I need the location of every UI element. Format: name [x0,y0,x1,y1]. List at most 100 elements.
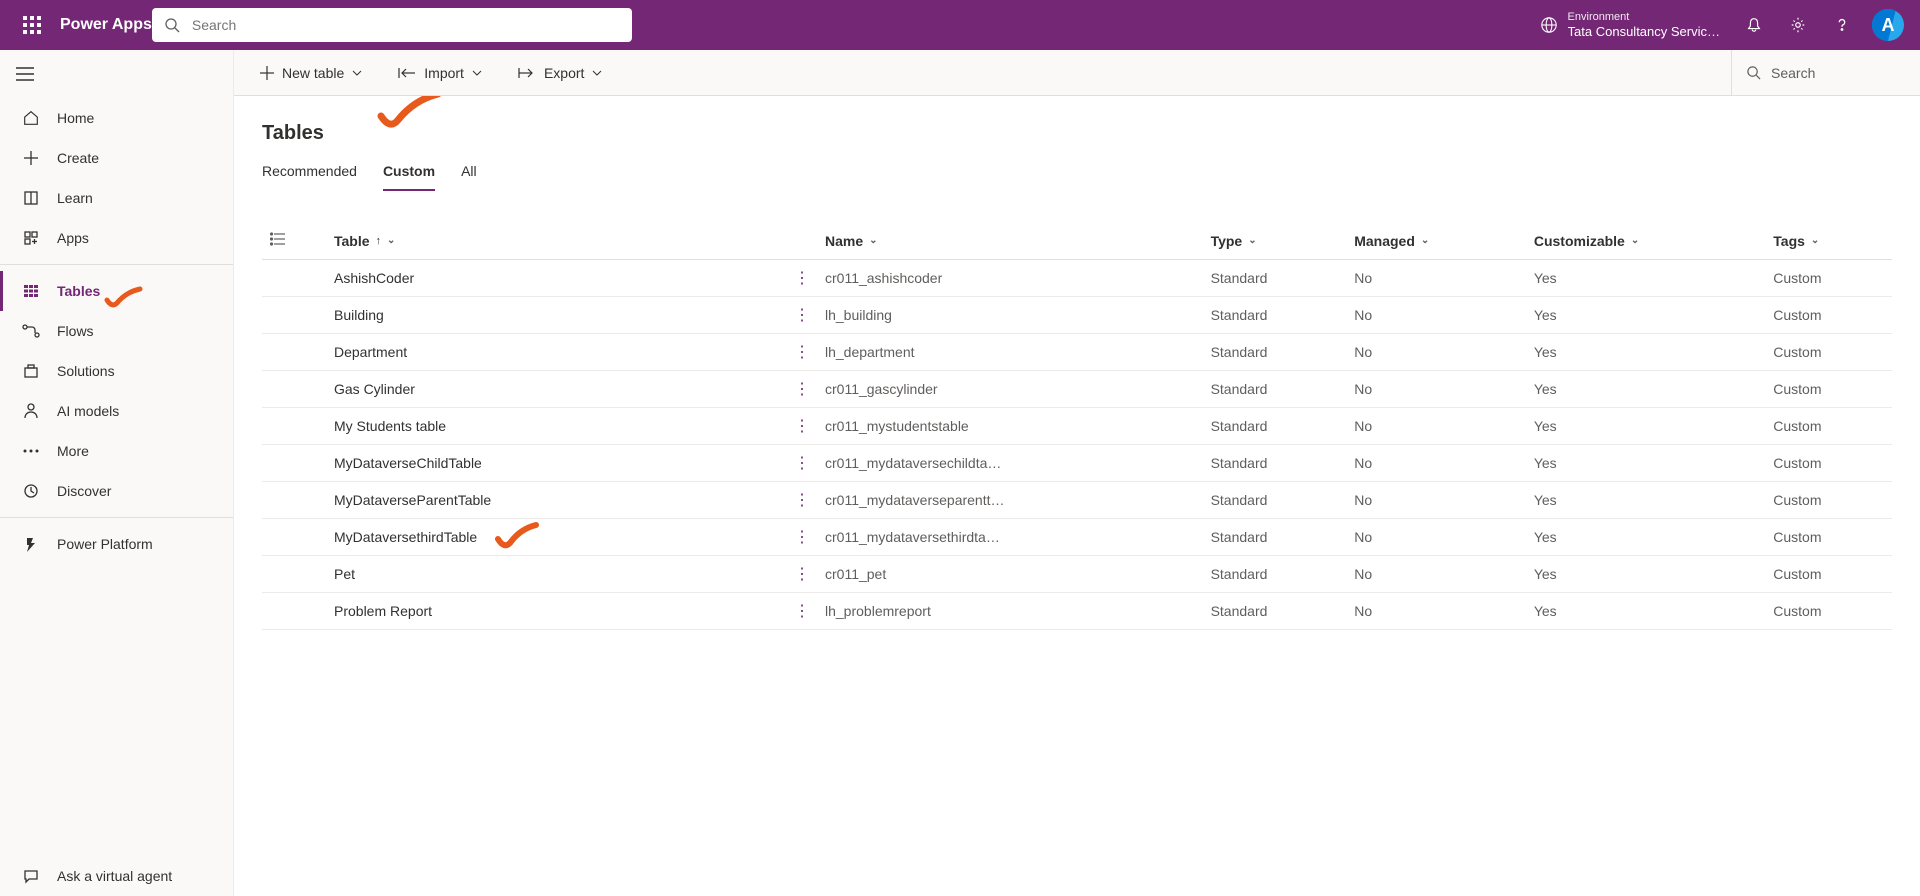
table-row[interactable]: Building⋮lh_buildingStandardNoYesCustom [262,297,1892,334]
row-actions[interactable]: ⋮ [794,418,809,435]
cell-customizable: Yes [1526,297,1765,334]
cell-managed: No [1346,482,1526,519]
tables-grid: Table↑⌄ Name⌄ Type⌄ Managed⌄ Customizabl… [262,222,1892,630]
cell-tags: Custom [1765,445,1892,482]
cmd-label: Import [424,65,464,81]
row-actions[interactable]: ⋮ [794,492,809,509]
left-nav: Home Create Learn Apps Tables Flows Solu… [0,50,234,896]
nav-label: Flows [57,323,94,339]
tab-all[interactable]: All [461,163,477,191]
cmd-new-table[interactable]: New table [252,59,370,87]
cell-managed: No [1346,297,1526,334]
cell-name: lh_problemreport [817,593,1203,630]
hamburger-icon [16,67,34,81]
row-actions[interactable]: ⋮ [794,344,809,361]
nav-learn[interactable]: Learn [0,178,233,218]
cell-managed: No [1346,445,1526,482]
row-actions[interactable]: ⋮ [794,381,809,398]
column-header-name[interactable]: Name⌄ [817,222,1203,260]
cell-table[interactable]: MyDataverseParentTable [326,482,786,519]
cmd-import[interactable]: Import [390,59,490,87]
chevron-down-icon: ⌄ [1421,235,1429,246]
table-row[interactable]: AshishCoder⋮cr011_ashishcoderStandardNoY… [262,260,1892,297]
nav-tables[interactable]: Tables [0,271,233,311]
global-search[interactable] [152,8,632,42]
cell-customizable: Yes [1526,556,1765,593]
nav-solutions[interactable]: Solutions [0,351,233,391]
nav-discover[interactable]: Discover [0,471,233,511]
avatar[interactable]: A [1872,9,1904,41]
cell-name: cr011_mydataversethirdta… [817,519,1203,556]
table-row[interactable]: Pet⋮cr011_petStandardNoYesCustom [262,556,1892,593]
cell-customizable: Yes [1526,593,1765,630]
nav-divider [0,264,233,265]
row-actions[interactable]: ⋮ [794,603,809,620]
cell-customizable: Yes [1526,408,1765,445]
cell-customizable: Yes [1526,482,1765,519]
column-header-type[interactable]: Type⌄ [1203,222,1347,260]
cell-tags: Custom [1765,260,1892,297]
app-launcher[interactable] [8,1,56,49]
tab-custom[interactable]: Custom [383,163,435,191]
search-icon [1746,65,1761,80]
page-search[interactable]: Search [1732,50,1902,95]
cell-table[interactable]: Problem Report [326,593,786,630]
table-row[interactable]: Gas Cylinder⋮cr011_gascylinderStandardNo… [262,371,1892,408]
nav-ai-models[interactable]: AI models [0,391,233,431]
table-row[interactable]: MyDataverseParentTable⋮cr011_mydataverse… [262,482,1892,519]
nav-create[interactable]: Create [0,138,233,178]
column-header-tags[interactable]: Tags⌄ [1765,222,1892,260]
nav-label: Create [57,150,99,166]
nav-ask-agent[interactable]: Ask a virtual agent [0,856,233,896]
cmd-export[interactable]: Export [510,59,610,87]
cell-table[interactable]: Pet [326,556,786,593]
table-row[interactable]: Department⋮lh_departmentStandardNoYesCus… [262,334,1892,371]
row-actions[interactable]: ⋮ [794,566,809,583]
nav-label: Tables [57,283,100,299]
bell-icon [1745,16,1763,34]
tab-recommended[interactable]: Recommended [262,163,357,191]
cell-table[interactable]: Gas Cylinder [326,371,786,408]
column-header-table[interactable]: Table↑⌄ [326,222,786,260]
chevron-down-icon: ⌄ [1811,235,1819,246]
cell-table[interactable]: AshishCoder [326,260,786,297]
cell-managed: No [1346,334,1526,371]
help-button[interactable] [1820,1,1864,49]
chat-icon [21,868,41,884]
table-row[interactable]: Problem Report⋮lh_problemreportStandardN… [262,593,1892,630]
cell-table[interactable]: MyDataverseChildTable [326,445,786,482]
row-actions[interactable]: ⋮ [794,529,809,546]
cell-table[interactable]: Department [326,334,786,371]
brand-name[interactable]: Power Apps [60,16,152,34]
notifications-button[interactable] [1732,1,1776,49]
row-actions[interactable]: ⋮ [794,270,809,287]
table-row[interactable]: MyDataversethirdTable ⋮ cr011_mydataverset… [262,519,1892,556]
export-icon [518,67,536,79]
cell-tags: Custom [1765,556,1892,593]
row-actions[interactable]: ⋮ [794,307,809,324]
ai-icon [21,402,41,420]
cell-name: cr011_gascylinder [817,371,1203,408]
column-header-customizable[interactable]: Customizable⌄ [1526,222,1765,260]
table-row[interactable]: MyDataverseChildTable⋮cr011_mydataversec… [262,445,1892,482]
cell-table[interactable]: MyDataversethirdTable [326,519,786,556]
cell-table[interactable]: Building [326,297,786,334]
nav-apps[interactable]: Apps [0,218,233,258]
table-row[interactable]: My Students table⋮cr011_mystudentstableS… [262,408,1892,445]
nav-more[interactable]: More [0,431,233,471]
column-select[interactable] [262,222,326,260]
nav-toggle[interactable] [0,50,233,98]
environment-picker[interactable]: Environment Tata Consultancy Servic… [1528,11,1732,40]
column-header-managed[interactable]: Managed⌄ [1346,222,1526,260]
cell-table[interactable]: My Students table [326,408,786,445]
nav-home[interactable]: Home [0,98,233,138]
chevron-down-icon: ⌄ [1631,235,1639,246]
nav-flows[interactable]: Flows [0,311,233,351]
cell-type: Standard [1203,408,1347,445]
environment-label: Environment [1568,11,1720,24]
row-actions[interactable]: ⋮ [794,455,809,472]
cell-managed: No [1346,593,1526,630]
settings-button[interactable] [1776,1,1820,49]
nav-power-platform[interactable]: Power Platform [0,524,233,564]
global-search-input[interactable] [190,16,620,34]
